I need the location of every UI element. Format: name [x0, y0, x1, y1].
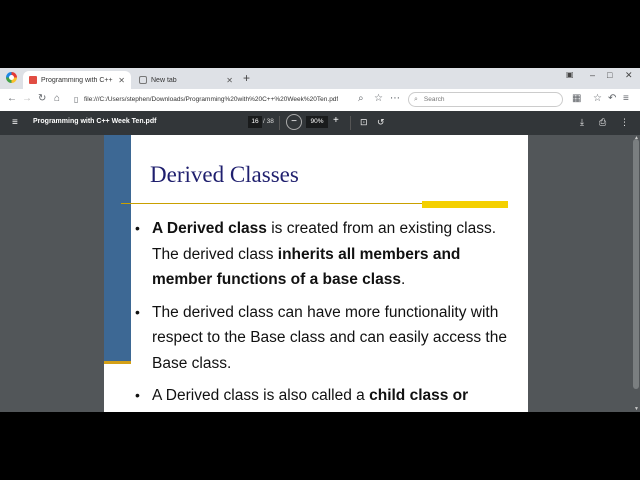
download-icon[interactable]: ⤓ [580, 116, 584, 128]
new-tab-button[interactable]: + [243, 71, 250, 85]
back-arrow-icon[interactable]: ← [7, 93, 17, 105]
browser-window: Programming with C++ Wee ✕ New tab ✕ + ▣… [0, 68, 640, 412]
zoom-search-icon[interactable]: ⌕ [358, 93, 364, 105]
search-box[interactable]: ⌕ [408, 92, 563, 107]
pdf-page: Derived Classes A Derived class is creat… [104, 135, 528, 412]
extensions-grid-icon[interactable]: ▦ [572, 93, 581, 105]
slide-side-stripe [104, 135, 131, 364]
favorites-icon[interactable]: ☆ [593, 93, 602, 105]
forward-arrow-icon[interactable]: → [22, 93, 32, 105]
toolbar-divider [350, 116, 351, 130]
new-tab-favicon-icon [139, 76, 147, 84]
search-input[interactable] [421, 95, 546, 104]
bullet-bold-text: A Derived class [152, 220, 267, 237]
page-total: / 38 [263, 118, 274, 125]
tab-pdf[interactable]: Programming with C++ Wee ✕ [23, 71, 131, 89]
bullet-item: The derived class can have more function… [134, 300, 514, 377]
zoom-out-button[interactable]: − [286, 114, 302, 130]
tab-label: New tab [151, 76, 177, 84]
tab-new-tab[interactable]: New tab ✕ [133, 71, 239, 89]
profile-icon[interactable]: ▣ [566, 70, 574, 79]
tab-close-icon[interactable]: ✕ [226, 76, 233, 85]
scroll-down-icon[interactable]: ▼ [634, 406, 639, 412]
browser-logo-icon [6, 72, 17, 83]
close-window-button[interactable]: ✕ [625, 70, 633, 81]
bullet-text: The derived class can have more function… [152, 303, 507, 372]
address-bar[interactable]: ▯ file:///C:/Users/stephen/Downloads/Pro… [70, 92, 400, 107]
slide-title: Derived Classes [150, 162, 299, 187]
pdf-menu-icon[interactable]: ≡ [12, 117, 18, 128]
bullet-text: . [400, 271, 406, 288]
toolbar-divider [279, 116, 280, 130]
bullet-text: A Derived class is also called a [152, 387, 370, 404]
search-icon: ⌕ [414, 95, 418, 103]
pdf-file-title: Programming with C++ Week Ten.pdf [33, 118, 157, 125]
rotate-icon[interactable]: ↺ [377, 116, 385, 128]
print-icon[interactable]: ⎙ [599, 116, 606, 128]
minimize-button[interactable]: – [590, 70, 595, 80]
bookmark-star-icon[interactable]: ☆ [374, 93, 383, 105]
bullet-bold-text: child class or [369, 387, 469, 404]
scroll-thumb[interactable] [633, 139, 639, 389]
vertical-scrollbar[interactable]: ▲ ▼ [632, 135, 640, 412]
tab-close-icon[interactable]: ✕ [118, 76, 125, 85]
more-address-icon[interactable]: ⋯ [390, 93, 400, 105]
zoom-level-input[interactable]: 90% [306, 116, 328, 128]
pdf-favicon-icon [29, 76, 37, 84]
fit-page-icon[interactable]: ⊡ [360, 116, 368, 128]
title-accent-bar [422, 201, 508, 208]
zoom-in-button[interactable]: + [333, 115, 339, 127]
browser-menu-icon[interactable]: ≡ [623, 93, 629, 105]
pdf-more-icon[interactable]: ⋮ [620, 116, 629, 128]
tab-strip: Programming with C++ Wee ✕ New tab ✕ + ▣… [0, 68, 640, 89]
tab-label: Programming with C++ Wee [41, 76, 114, 84]
bullet-item: A Derived class is also called a child c… [134, 383, 514, 409]
address-url: file:///C:/Users/stephen/Downloads/Progr… [84, 96, 339, 103]
reload-icon[interactable]: ↻ [38, 93, 46, 105]
file-icon: ▯ [74, 95, 79, 104]
page-number-input[interactable]: 16 [248, 116, 262, 128]
maximize-button[interactable]: □ [607, 70, 612, 80]
history-back-icon[interactable]: ↶ [608, 93, 616, 105]
pdf-toolbar: ≡ Programming with C++ Week Ten.pdf 16 /… [0, 111, 640, 135]
bullet-item: A Derived class is created from an exist… [134, 216, 514, 293]
browser-toolbar: ← → ↻ ⌂ ▯ file:///C:/Users/stephen/Downl… [0, 89, 640, 112]
bullet-list: A Derived class is created from an exist… [134, 216, 514, 412]
home-icon[interactable]: ⌂ [54, 93, 60, 105]
pdf-viewport[interactable]: Derived Classes A Derived class is creat… [0, 135, 640, 412]
